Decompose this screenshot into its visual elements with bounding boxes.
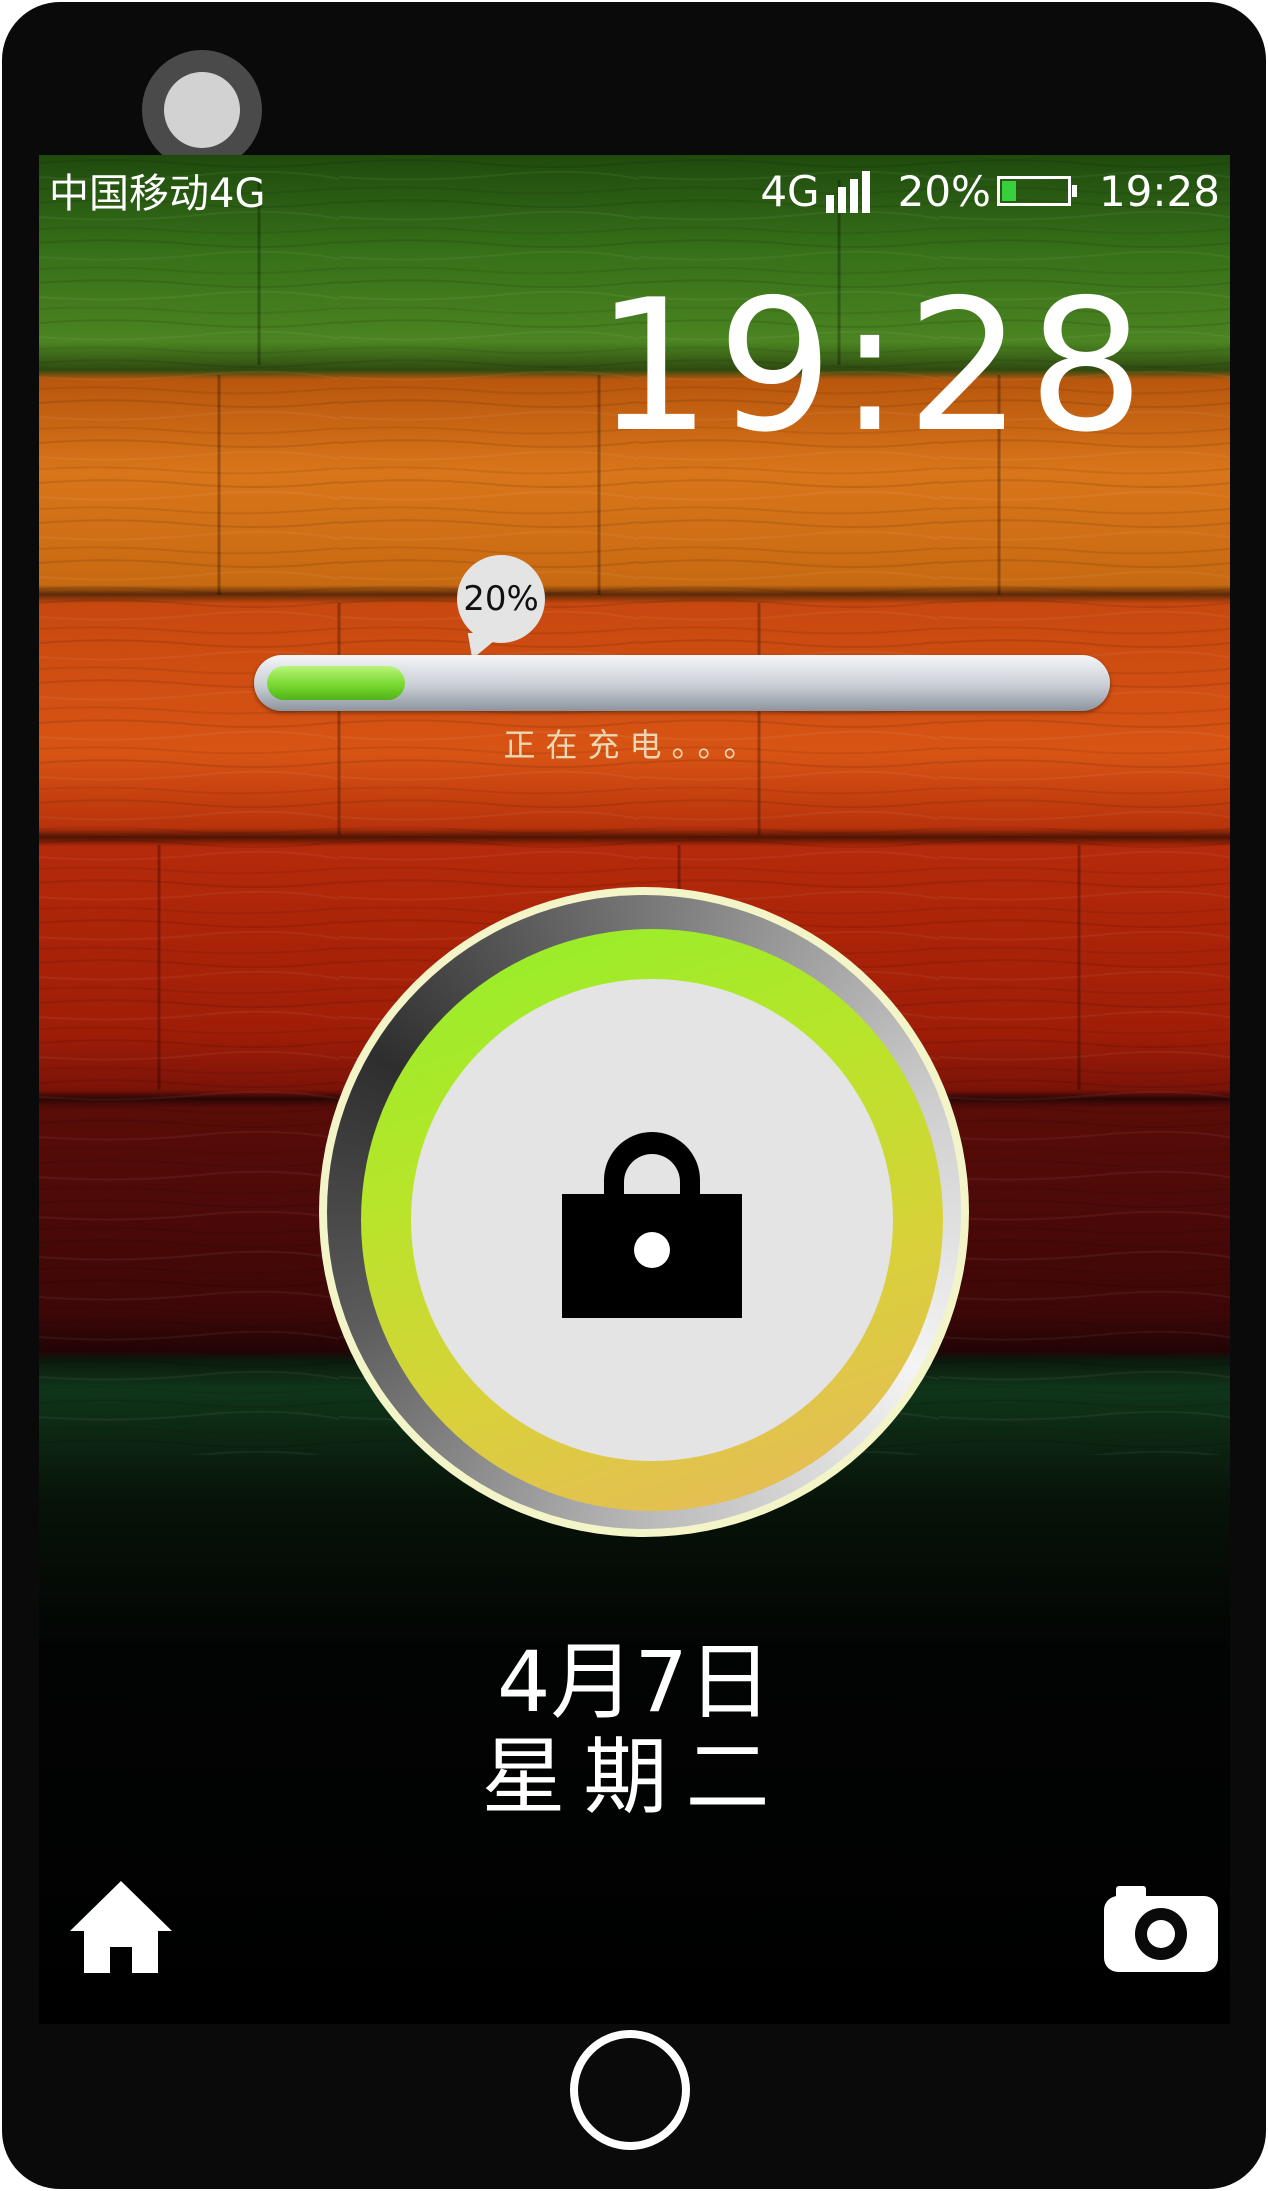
- lockscreen-clock: 19:28: [595, 260, 1150, 472]
- battery-icon: [996, 176, 1077, 206]
- signal-strength-icon: [825, 169, 874, 213]
- home-button[interactable]: [570, 2030, 690, 2150]
- battery-level-fill: [1001, 181, 1016, 201]
- unlock-ring-gradient: [361, 929, 943, 1511]
- lock-screen: 中国移动4G 4G 20% 19:28 19:28 20% 正在充电。。。 4月…: [39, 155, 1230, 2024]
- carrier-label: 中国移动4G: [49, 171, 266, 217]
- battery-percent: 20%: [897, 166, 991, 216]
- unlock-center: [411, 979, 893, 1461]
- camera-icon[interactable]: [1102, 1884, 1220, 1974]
- network-type: 4G: [760, 166, 820, 216]
- front-camera-lens: [164, 72, 240, 148]
- unlock-button[interactable]: [319, 887, 969, 1537]
- status-indicators: 4G 20% 19:28: [760, 161, 1220, 221]
- unlock-ring-metal: [327, 895, 961, 1529]
- charge-percent-bubble: 20%: [457, 555, 545, 643]
- weekday-label: 星期二: [481, 1728, 788, 1826]
- home-icon[interactable]: [66, 1877, 176, 1977]
- charge-progress-fill: [267, 666, 405, 700]
- padlock-icon: [562, 1132, 742, 1318]
- phone-body: 中国移动4G 4G 20% 19:28 19:28 20% 正在充电。。。 4月…: [2, 2, 1266, 2189]
- status-bar: 中国移动4G 4G 20% 19:28: [39, 155, 1230, 227]
- charging-status-text: 正在充电。。。: [503, 726, 766, 764]
- charge-progress-bar: [254, 655, 1110, 711]
- status-time: 19:28: [1098, 166, 1220, 216]
- front-camera-icon: [142, 50, 262, 170]
